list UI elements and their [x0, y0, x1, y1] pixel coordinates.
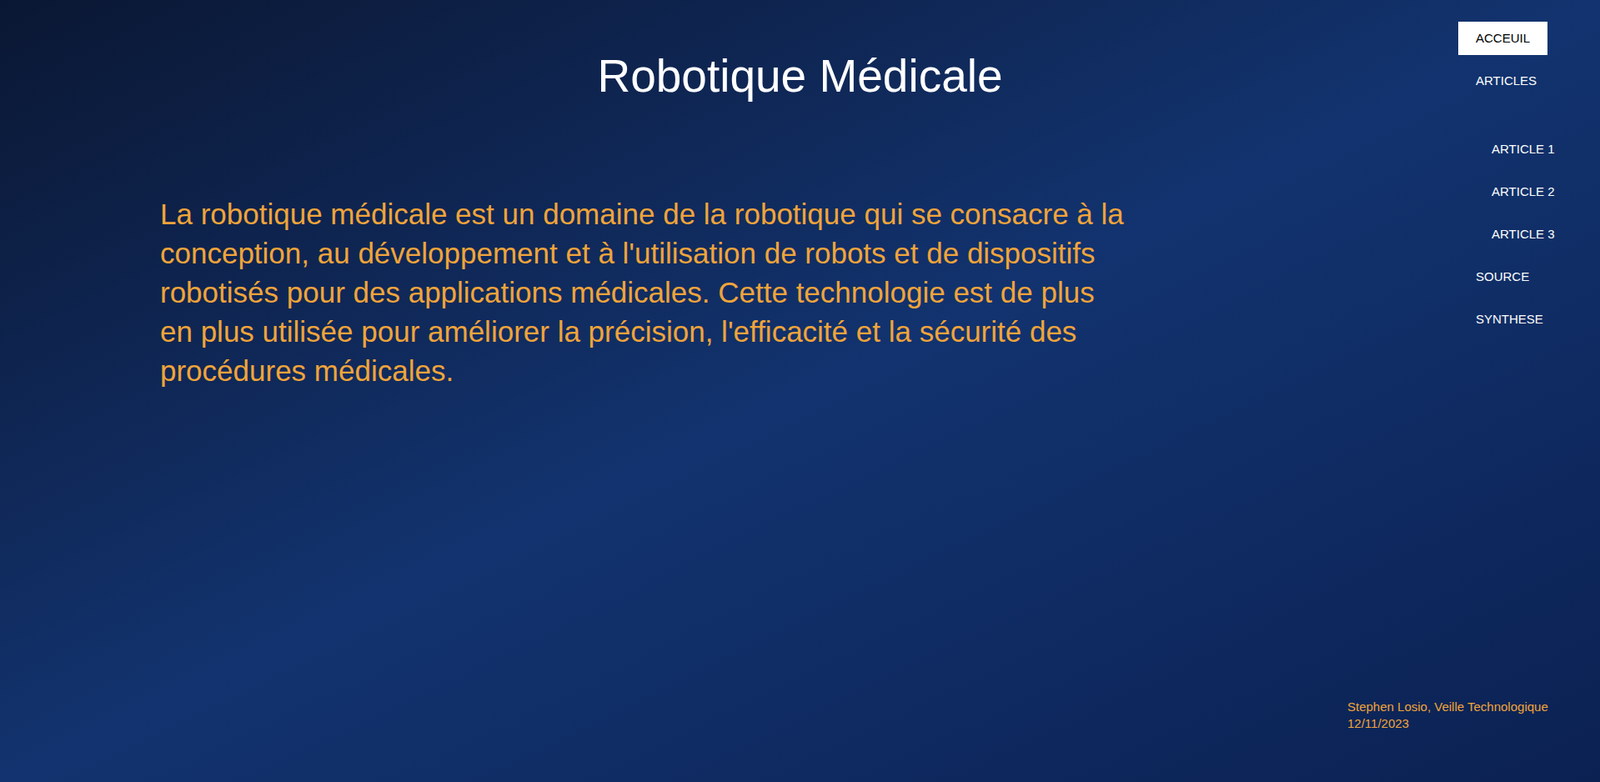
nav-item[interactable]: SOURCE [1458, 255, 1530, 299]
nav-subitem[interactable]: ARTICLE 2 [1458, 170, 1555, 214]
footer-line: Stephen Losio, Veille Technologique [1347, 698, 1600, 716]
nav-item[interactable]: SYNTHESE [1458, 298, 1544, 342]
intro-paragraph: La robotique médicale est un domaine de … [160, 194, 1128, 391]
nav-item[interactable]: ACCEUIL [1458, 21, 1548, 56]
nav-item[interactable]: ARTICLES [1458, 60, 1537, 103]
page-title: Robotique Médicale [0, 0, 1600, 104]
nav-subitem[interactable]: ARTICLE 1 [1458, 128, 1555, 171]
nav-subitem[interactable]: ARTICLE 3 [1458, 213, 1555, 256]
footer-line: 12/11/2023 [1347, 715, 1600, 733]
main-nav: ACCEUIL ARTICLES ARTICLE 1ARTICLE 2ARTICLE… [1347, 0, 1600, 391]
page: Robotique Médicale La robotique médicale … [0, 0, 1600, 782]
footer: Stephen Losio, Veille Technologique12/11… [1347, 698, 1600, 782]
